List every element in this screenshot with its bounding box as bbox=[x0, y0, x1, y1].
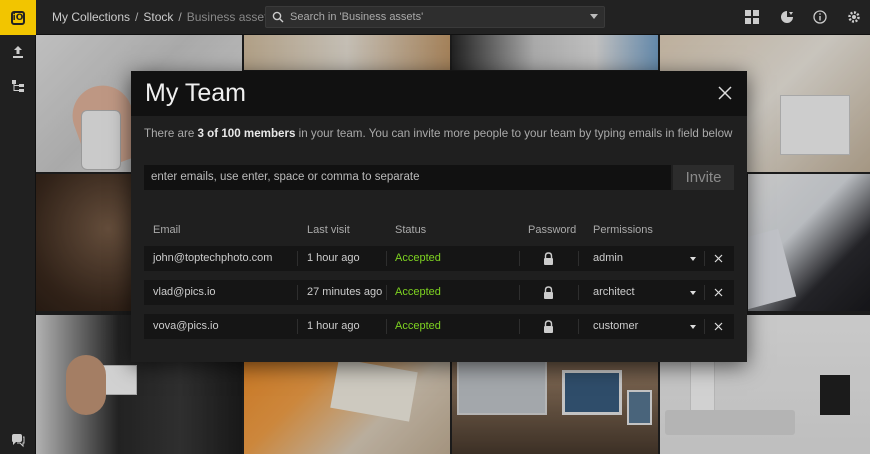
column-divider bbox=[297, 251, 298, 266]
column-divider bbox=[386, 251, 387, 266]
upload-icon[interactable] bbox=[10, 44, 26, 60]
top-bar: iO My Collections / Stock / Business ass… bbox=[0, 0, 870, 35]
invite-button[interactable]: Invite bbox=[673, 165, 734, 190]
team-modal: My Team There are 3 of 100 members in yo… bbox=[131, 71, 747, 362]
info-icon[interactable] bbox=[812, 9, 828, 25]
remove-member-icon[interactable] bbox=[714, 288, 723, 297]
member-status: Accepted bbox=[395, 286, 441, 298]
member-email: john@toptechphoto.com bbox=[153, 252, 273, 264]
app: iO My Collections / Stock / Business ass… bbox=[0, 0, 870, 454]
member-last-visit: 27 minutes ago bbox=[307, 286, 383, 298]
lock-icon[interactable] bbox=[543, 252, 554, 265]
chevron-down-icon[interactable] bbox=[690, 257, 696, 261]
member-status: Accepted bbox=[395, 320, 441, 332]
tree-icon[interactable] bbox=[10, 78, 26, 94]
member-permission-select[interactable]: admin bbox=[593, 246, 623, 271]
breadcrumb-item-current: Business assets bbox=[186, 10, 274, 24]
column-divider bbox=[297, 319, 298, 334]
member-permission-select[interactable]: customer bbox=[593, 314, 638, 339]
intro-suffix: in your team. You can invite more people… bbox=[295, 127, 733, 140]
column-divider bbox=[704, 285, 705, 300]
member-email: vova@pics.io bbox=[153, 320, 219, 332]
column-divider bbox=[386, 285, 387, 300]
search-input[interactable]: Search in 'Business assets' bbox=[265, 6, 605, 28]
settings-gear-icon[interactable] bbox=[846, 9, 862, 25]
chevron-down-icon[interactable] bbox=[690, 291, 696, 295]
column-header-email: Email bbox=[153, 224, 181, 236]
search-placeholder: Search in 'Business assets' bbox=[290, 11, 424, 23]
column-divider bbox=[578, 251, 579, 266]
search-icon bbox=[272, 11, 284, 23]
chat-icon[interactable] bbox=[10, 432, 26, 448]
member-last-visit: 1 hour ago bbox=[307, 252, 360, 264]
member-row: john@toptechphoto.com 1 hour ago Accepte… bbox=[144, 246, 734, 271]
column-header-permissions: Permissions bbox=[593, 224, 653, 236]
app-logo[interactable]: iO bbox=[0, 0, 36, 35]
column-header-last-visit: Last visit bbox=[307, 224, 350, 236]
remove-member-icon[interactable] bbox=[714, 254, 723, 263]
column-divider bbox=[704, 251, 705, 266]
breadcrumb-separator: / bbox=[178, 10, 182, 24]
sidebar bbox=[0, 35, 36, 454]
asset-thumbnail[interactable] bbox=[748, 174, 870, 311]
column-divider bbox=[297, 285, 298, 300]
breadcrumb-separator: / bbox=[135, 10, 139, 24]
column-divider bbox=[519, 285, 520, 300]
breadcrumb-item-collections[interactable]: My Collections bbox=[52, 10, 130, 24]
column-divider bbox=[704, 319, 705, 334]
remove-member-icon[interactable] bbox=[714, 322, 723, 331]
close-icon[interactable] bbox=[717, 85, 733, 101]
member-row: vlad@pics.io 27 minutes ago Accepted arc… bbox=[144, 280, 734, 305]
column-divider bbox=[386, 319, 387, 334]
column-header-password: Password bbox=[528, 224, 577, 236]
sort-icon[interactable] bbox=[779, 9, 795, 25]
member-email: vlad@pics.io bbox=[153, 286, 216, 298]
invite-email-field[interactable]: enter emails, use enter, space or comma … bbox=[144, 165, 671, 190]
member-row: vova@pics.io 1 hour ago Accepted custome… bbox=[144, 314, 734, 339]
member-count: 3 of 100 members bbox=[197, 127, 296, 140]
modal-header: My Team bbox=[131, 71, 747, 116]
breadcrumb-item-stock[interactable]: Stock bbox=[143, 10, 173, 24]
team-intro-text: There are 3 of 100 members in your team.… bbox=[144, 127, 732, 140]
grid-view-icon[interactable] bbox=[744, 9, 760, 25]
lock-icon[interactable] bbox=[543, 320, 554, 333]
column-divider bbox=[578, 285, 579, 300]
column-divider bbox=[519, 251, 520, 266]
asset-thumbnail[interactable] bbox=[452, 35, 658, 70]
chevron-down-icon[interactable] bbox=[690, 325, 696, 329]
lock-icon[interactable] bbox=[543, 286, 554, 299]
logo-mark: iO bbox=[11, 10, 25, 25]
member-last-visit: 1 hour ago bbox=[307, 320, 360, 332]
chevron-down-icon[interactable] bbox=[590, 14, 598, 19]
intro-prefix: There are bbox=[144, 127, 198, 140]
column-divider bbox=[519, 319, 520, 334]
member-status: Accepted bbox=[395, 252, 441, 264]
column-divider bbox=[578, 319, 579, 334]
breadcrumb: My Collections / Stock / Business assets bbox=[52, 10, 273, 24]
column-header-status: Status bbox=[395, 224, 427, 236]
modal-title: My Team bbox=[145, 79, 246, 107]
asset-thumbnail[interactable] bbox=[244, 35, 450, 70]
member-permission-select[interactable]: architect bbox=[593, 280, 635, 305]
